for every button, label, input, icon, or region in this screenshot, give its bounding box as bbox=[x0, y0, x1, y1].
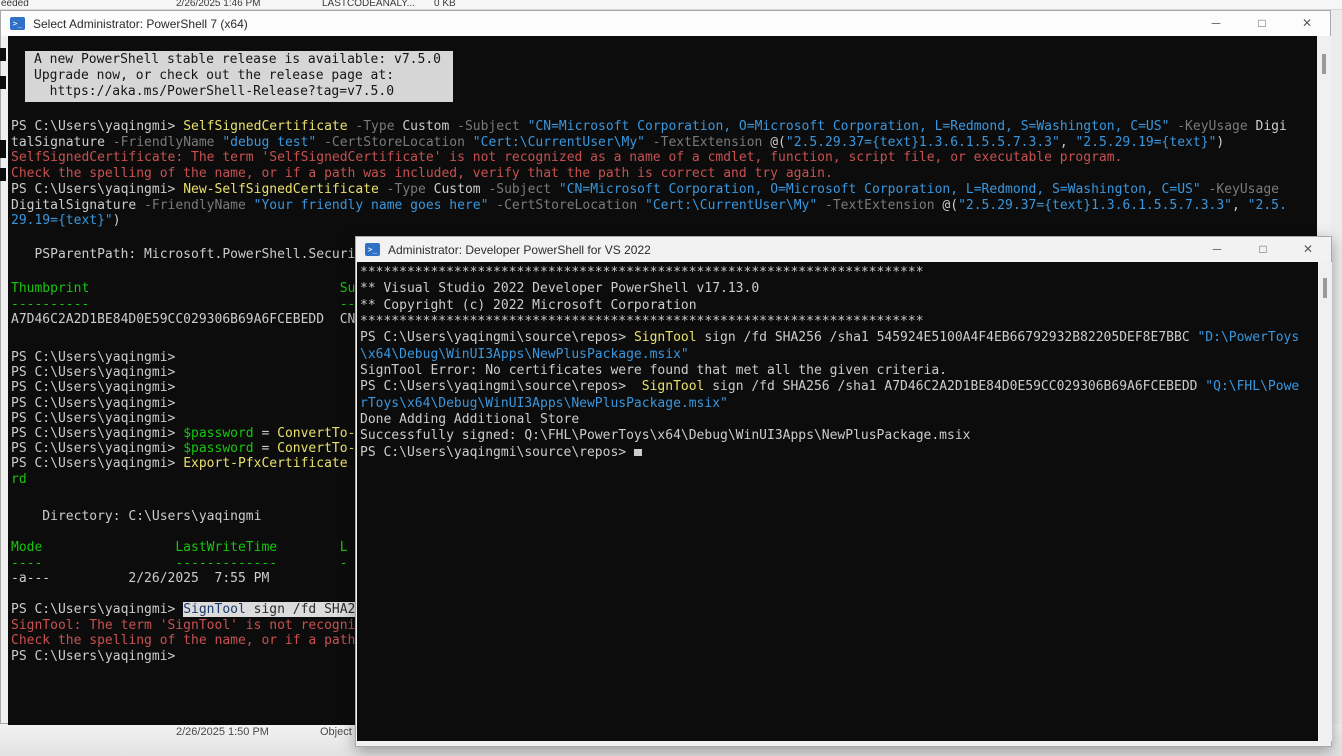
psparentpath-output: PSParentPath: Microsoft.PowerShell.Secur… bbox=[11, 247, 355, 263]
update-notification: A new PowerShell stable release is avail… bbox=[25, 51, 453, 102]
background-fragment bbox=[0, 140, 6, 158]
directory-listing: Directory: C:\Users\yaqingmi Mode LastWr… bbox=[11, 509, 348, 587]
background-fragment bbox=[0, 76, 6, 89]
explorer-cell-name-fragment: eeded bbox=[1, 0, 29, 9]
explorer-cell-date: 2/26/2025 1:46 PM bbox=[176, 0, 261, 9]
close-button[interactable]: ✕ bbox=[1292, 11, 1322, 36]
vs-caption-buttons: ─ □ ✕ bbox=[1202, 237, 1323, 262]
explorer-row-top: eeded 2/26/2025 1:46 PM LASTCODEANALY...… bbox=[0, 0, 1342, 10]
powershell-icon: >_ bbox=[365, 243, 380, 256]
update-line: https://aka.ms/PowerShell-Release?tag=v7… bbox=[34, 84, 453, 100]
explorer-cell-date-bottom: 2/26/2025 1:50 PM bbox=[176, 726, 269, 738]
background-fragment bbox=[0, 48, 6, 61]
vs-dev-powershell-titlebar[interactable]: >_ Administrator: Developer PowerShell f… bbox=[356, 237, 1331, 262]
minimize-button[interactable]: ─ bbox=[1201, 11, 1231, 36]
explorer-cell-size: 0 KB bbox=[434, 0, 456, 9]
close-button[interactable]: ✕ bbox=[1293, 237, 1323, 262]
scrollbar-thumb[interactable] bbox=[1322, 54, 1326, 74]
certificate-commands-output: PS C:\Users\yaqingmi> SelfSignedCertific… bbox=[11, 119, 1287, 229]
maximize-button[interactable]: □ bbox=[1248, 237, 1278, 262]
vs-dev-powershell-window: >_ Administrator: Developer PowerShell f… bbox=[355, 236, 1332, 747]
signtool-session-output: ****************************************… bbox=[360, 265, 1299, 461]
update-line: Upgrade now, or check out the release pa… bbox=[34, 68, 453, 84]
powershell7-caption-buttons: ─ □ ✕ bbox=[1201, 11, 1322, 36]
minimize-button[interactable]: ─ bbox=[1202, 237, 1232, 262]
powershell7-titlebar[interactable]: >_ Select Administrator: PowerShell 7 (x… bbox=[1, 11, 1330, 36]
desktop: { "background": { "top_row": { "col1": "… bbox=[0, 0, 1342, 756]
scrollbar[interactable] bbox=[1318, 262, 1332, 741]
update-line: A new PowerShell stable release is avail… bbox=[34, 52, 453, 68]
vs-dev-powershell-title: Administrator: Developer PowerShell for … bbox=[388, 243, 651, 257]
signtool-error-output: PS C:\Users\yaqingmi> SignTool sign /fd … bbox=[11, 602, 355, 664]
maximize-button[interactable]: □ bbox=[1247, 11, 1277, 36]
explorer-cell-type-bottom: Object bbox=[320, 726, 352, 738]
powershell-icon: >_ bbox=[10, 17, 25, 30]
thumbprint-table: Thumbprint Su---------- --A7D46C2A2D1BE8… bbox=[11, 281, 355, 328]
prompt-history: PS C:\Users\yaqingmi>PS C:\Users\yaqingm… bbox=[11, 350, 355, 487]
explorer-cell-filename: LASTCODEANALY... bbox=[322, 0, 415, 9]
scrollbar-thumb[interactable] bbox=[1323, 278, 1327, 298]
background-fragment bbox=[0, 168, 6, 181]
vs-dev-powershell-console[interactable]: ****************************************… bbox=[357, 262, 1318, 741]
powershell7-title: Select Administrator: PowerShell 7 (x64) bbox=[33, 17, 248, 31]
